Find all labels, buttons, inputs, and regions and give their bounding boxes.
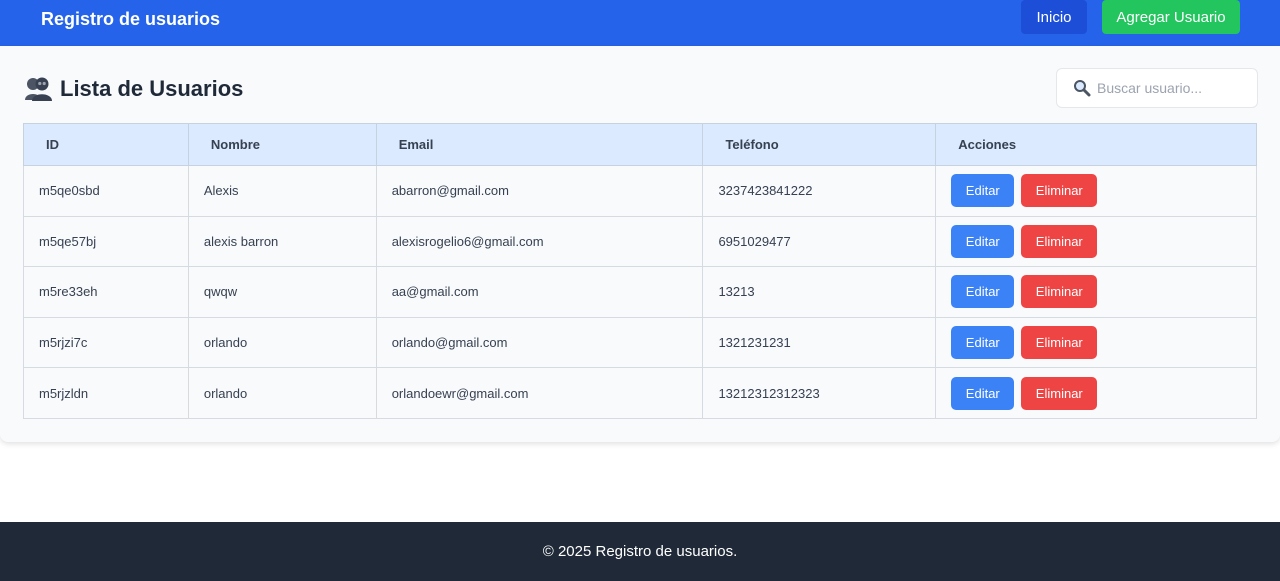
cell-acciones: Editar Eliminar — [935, 367, 1257, 419]
cell-acciones: Editar Eliminar — [935, 165, 1257, 217]
edit-button[interactable]: Editar — [951, 376, 1015, 410]
header-telefono: Teléfono — [702, 123, 937, 166]
header-id: ID — [23, 123, 189, 166]
cell-telefono: 6951029477 — [702, 215, 937, 268]
header-acciones: Acciones — [935, 123, 1257, 166]
inicio-button[interactable]: Inicio — [1021, 0, 1087, 34]
cell-nombre: qwqw — [187, 266, 377, 318]
cell-id: m5rjzi7c — [23, 316, 189, 369]
footer: © 2025 Registro de usuarios. — [0, 522, 1280, 581]
search-input[interactable] — [1097, 80, 1257, 96]
cell-telefono: 1321231231 — [702, 316, 937, 369]
brand-title: Registro de usuarios — [41, 9, 221, 29]
table-row: m5re33eh qwqw aa@gmail.com 13213 Editar E… — [23, 266, 1257, 318]
delete-button[interactable]: Eliminar — [1021, 326, 1098, 360]
cell-nombre: alexis barron — [187, 215, 377, 268]
cell-acciones: Editar Eliminar — [935, 266, 1257, 318]
edit-button[interactable]: Editar — [951, 275, 1015, 309]
table-row: m5rjzi7c orlando orlando@gmail.com 13212… — [23, 316, 1257, 369]
table-row: m5rjzldn orlando orlandoewr@gmail.com 13… — [23, 367, 1257, 419]
cell-nombre: orlando — [187, 367, 377, 419]
users-card: Lista de Usuarios ID Nombre Email Teléfo… — [0, 46, 1280, 442]
delete-button[interactable]: Eliminar — [1021, 224, 1098, 258]
page-title: Lista de Usuarios — [60, 76, 244, 101]
cell-nombre: orlando — [187, 316, 377, 369]
cell-email: orlando@gmail.com — [375, 316, 704, 369]
cell-id: m5qe0sbd — [23, 165, 189, 217]
cell-telefono: 3237423841222 — [702, 165, 937, 217]
cell-nombre: Alexis — [187, 165, 377, 217]
table-row: m5qe57bj alexis barron alexisrogelio6@gm… — [23, 215, 1257, 268]
cell-id: m5re33eh — [23, 266, 189, 318]
cell-email: abarron@gmail.com — [375, 165, 704, 217]
footer-text: © 2025 Registro de usuarios. — [542, 543, 738, 560]
title-row: Lista de Usuarios — [24, 76, 243, 102]
navbar: Registro de usuarios Inicio Agregar Usua… — [0, 0, 1280, 46]
cell-telefono: 13212312312323 — [702, 367, 937, 419]
cell-email: alexisrogelio6@gmail.com — [375, 215, 704, 268]
table-row: m5qe0sbd Alexis abarron@gmail.com 323742… — [23, 165, 1257, 217]
search-box[interactable] — [1056, 68, 1258, 108]
users-table: ID Nombre Email Teléfono Acciones m5qe0s… — [23, 123, 1257, 419]
cell-id: m5qe57bj — [23, 215, 189, 268]
table-header-row: ID Nombre Email Teléfono Acciones — [23, 123, 1257, 166]
cell-email: orlandoewr@gmail.com — [375, 367, 704, 419]
edit-button[interactable]: Editar — [951, 326, 1015, 360]
edit-button[interactable]: Editar — [951, 224, 1015, 258]
add-user-button[interactable]: Agregar Usuario — [1102, 0, 1240, 34]
edit-button[interactable]: Editar — [951, 174, 1015, 208]
cell-telefono: 13213 — [702, 266, 937, 318]
search-icon — [1073, 79, 1091, 97]
delete-button[interactable]: Eliminar — [1021, 376, 1098, 410]
header-nombre: Nombre — [187, 123, 377, 166]
delete-button[interactable]: Eliminar — [1021, 174, 1098, 208]
header-email: Email — [375, 123, 704, 166]
cell-acciones: Editar Eliminar — [935, 316, 1257, 369]
cell-id: m5rjzldn — [23, 367, 189, 419]
delete-button[interactable]: Eliminar — [1021, 275, 1098, 309]
cell-acciones: Editar Eliminar — [935, 215, 1257, 268]
users-icon — [24, 76, 52, 102]
cell-email: aa@gmail.com — [375, 266, 704, 318]
